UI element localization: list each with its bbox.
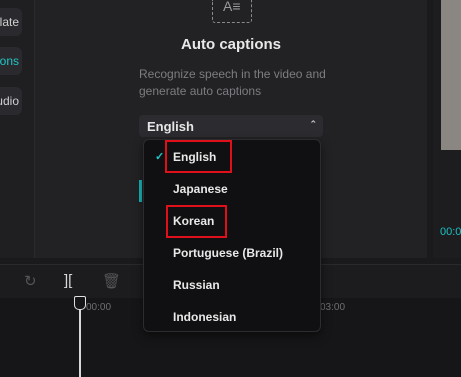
chevron-up-icon: ⌃ bbox=[309, 119, 317, 129]
rail-item-label: Translate bbox=[0, 15, 19, 29]
rail-item-translate[interactable]: Translate bbox=[0, 8, 22, 36]
option-label: Japanese bbox=[173, 182, 228, 196]
ruler-label: 03:00 bbox=[320, 302, 346, 313]
language-option-portuguese-brazil[interactable]: Portuguese (Brazil) bbox=[144, 240, 320, 266]
panel-title: Auto captions bbox=[181, 36, 281, 53]
language-select-value: English bbox=[147, 118, 194, 134]
captions-icon: A≡ bbox=[212, 0, 252, 23]
playhead[interactable] bbox=[79, 308, 81, 377]
left-rail bbox=[0, 0, 35, 258]
language-option-indonesian[interactable]: Indonesian bbox=[144, 304, 320, 330]
generate-button-edge[interactable] bbox=[139, 180, 142, 202]
highlight-box-korean bbox=[166, 205, 227, 238]
rail-item-audio[interactable]: Audio... bbox=[0, 87, 22, 115]
option-label: Russian bbox=[173, 278, 220, 292]
option-label: Portuguese (Brazil) bbox=[173, 246, 284, 260]
highlight-box-english bbox=[165, 140, 232, 173]
split-icon[interactable]: ][ bbox=[64, 272, 72, 289]
ruler-label: 00:00 bbox=[86, 302, 112, 313]
redo-icon[interactable]: ↻ bbox=[24, 272, 37, 290]
language-option-russian[interactable]: Russian bbox=[144, 272, 320, 298]
player-time: 00:00 bbox=[440, 226, 461, 238]
language-option-japanese[interactable]: Japanese bbox=[144, 176, 320, 202]
playhead-handle[interactable] bbox=[74, 296, 86, 310]
captions-glyph: A≡ bbox=[223, 0, 241, 14]
rail-item-auto-captions[interactable]: Auto captions bbox=[0, 47, 22, 75]
video-preview bbox=[441, 0, 461, 150]
language-select[interactable]: English ⌃ bbox=[139, 115, 323, 137]
panel-description: Recognize speech in the video and genera… bbox=[139, 67, 326, 98]
rail-item-label: Audio... bbox=[0, 94, 19, 108]
rail-item-label: Auto captions bbox=[0, 54, 19, 68]
check-icon: ✓ bbox=[155, 151, 165, 163]
delete-icon[interactable]: 🗑 bbox=[102, 272, 121, 290]
option-label: Indonesian bbox=[173, 310, 237, 324]
